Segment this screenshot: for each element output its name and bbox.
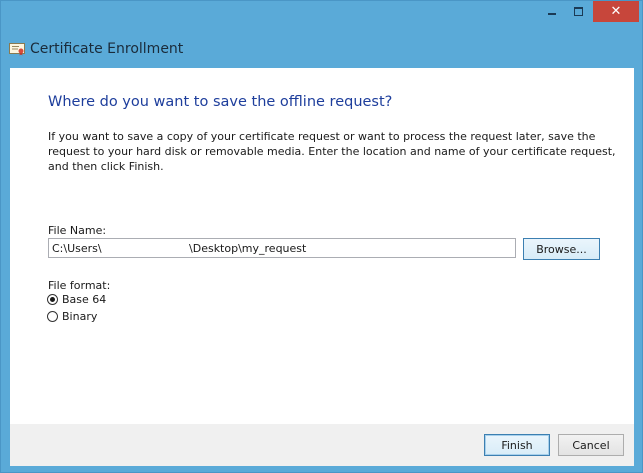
- base64-label: Base 64: [62, 293, 107, 306]
- maximize-button[interactable]: [565, 1, 591, 22]
- base64-radio[interactable]: [47, 294, 58, 305]
- binary-label: Binary: [62, 310, 98, 323]
- certificate-enrollment-window: ✕ Certificate Enrollment Where do you wa…: [0, 0, 643, 473]
- finish-button[interactable]: Finish: [484, 434, 550, 456]
- radio-selected-dot: [50, 297, 55, 302]
- maximize-icon: [573, 7, 583, 16]
- page-description: If you want to save a copy of your certi…: [48, 130, 616, 173]
- file-name-label: File Name:: [48, 224, 107, 237]
- cancel-button[interactable]: Cancel: [558, 434, 624, 456]
- wizard-page: Where do you want to save the offline re…: [10, 68, 634, 424]
- dialog-header: Certificate Enrollment: [1, 31, 642, 67]
- binary-radio[interactable]: [47, 311, 58, 322]
- file-name-input[interactable]: [48, 238, 516, 258]
- page-heading: Where do you want to save the offline re…: [48, 94, 393, 110]
- minimize-icon: [548, 12, 556, 15]
- title-bar[interactable]: ✕: [1, 1, 642, 31]
- file-format-option-binary[interactable]: Binary: [47, 310, 97, 323]
- browse-button[interactable]: Browse...: [523, 238, 600, 260]
- certificate-icon: [9, 43, 25, 56]
- minimize-button[interactable]: [539, 1, 565, 22]
- file-format-option-base64[interactable]: Base 64: [47, 293, 106, 306]
- close-button[interactable]: ✕: [593, 1, 639, 22]
- window-title: Certificate Enrollment: [30, 41, 184, 57]
- close-icon: ✕: [610, 4, 622, 19]
- file-format-label: File format:: [48, 279, 111, 292]
- dialog-footer: Finish Cancel: [10, 424, 634, 466]
